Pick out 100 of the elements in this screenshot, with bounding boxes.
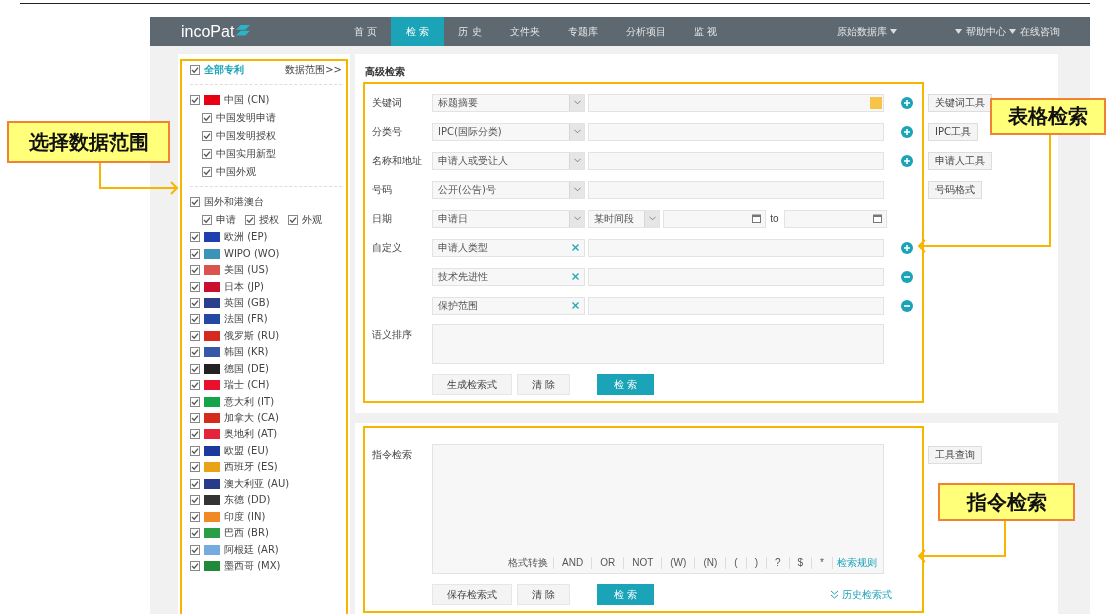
checkbox[interactable]: [190, 265, 200, 276]
checkbox-label: 欧洲 (EP): [224, 230, 268, 245]
field-label: 语义排序: [372, 328, 413, 342]
dropdown-field[interactable]: 申请日: [432, 209, 585, 228]
checkbox[interactable]: [190, 396, 200, 407]
nav-dropdown[interactable]: 原始数据库: [837, 24, 897, 39]
operator-button[interactable]: AND: [553, 557, 592, 569]
remove-icon[interactable]: [901, 299, 913, 312]
calendar-icon[interactable]: [873, 214, 882, 223]
input-field[interactable]: [588, 122, 884, 141]
checkbox[interactable]: [190, 380, 200, 391]
chevron-down-icon: [573, 187, 581, 192]
checkbox[interactable]: [190, 511, 200, 522]
checkbox[interactable]: [190, 281, 200, 292]
operator-button[interactable]: ?: [765, 557, 789, 569]
calendar-icon[interactable]: [752, 214, 761, 223]
checkbox[interactable]: [190, 347, 200, 358]
checkbox[interactable]: [190, 560, 200, 571]
nav-tab[interactable]: 监 视: [679, 17, 731, 46]
checkbox[interactable]: [190, 528, 200, 539]
checkbox[interactable]: [190, 330, 200, 341]
checkbox[interactable]: [202, 215, 212, 225]
checkbox[interactable]: [190, 363, 200, 374]
format-button[interactable]: 格式转换: [500, 557, 554, 569]
dropdown-field[interactable]: 保护范围: [432, 296, 585, 315]
checkbox[interactable]: [190, 65, 200, 75]
checkbox[interactable]: [190, 297, 200, 308]
close-icon[interactable]: [572, 273, 579, 280]
input-field[interactable]: [588, 151, 884, 170]
input-field[interactable]: [588, 267, 884, 286]
action-button[interactable]: 清 除: [517, 374, 571, 395]
checkbox[interactable]: [190, 429, 200, 440]
operator-button[interactable]: (W): [661, 557, 695, 569]
dropdown-field[interactable]: 申请人或受让人: [432, 151, 585, 170]
checkbox[interactable]: [245, 215, 255, 225]
nav-tab[interactable]: 历 史: [444, 17, 496, 46]
checkbox-label: WIPO (WO): [224, 248, 280, 260]
operator-button[interactable]: *: [811, 557, 832, 569]
add-icon[interactable]: [901, 241, 913, 254]
checkbox[interactable]: [190, 462, 200, 473]
tool-button[interactable]: 申请人工具: [928, 151, 992, 170]
input-field[interactable]: [588, 296, 884, 315]
operator-button[interactable]: NOT: [623, 557, 662, 569]
action-button[interactable]: 生成检索式: [432, 374, 512, 395]
checkbox[interactable]: [190, 478, 200, 489]
operator-button[interactable]: (: [725, 557, 746, 569]
nav-tab[interactable]: 首 页: [340, 17, 392, 46]
caret-icon: [890, 29, 897, 34]
checkbox[interactable]: [202, 113, 212, 123]
input-field[interactable]: [588, 238, 884, 257]
tool-button[interactable]: 号码格式: [928, 180, 982, 199]
checkbox[interactable]: [202, 149, 212, 159]
nav-tab[interactable]: 专题库: [553, 17, 612, 46]
action-button[interactable]: 保存检索式: [432, 584, 512, 605]
checkbox[interactable]: [190, 413, 200, 424]
checkbox[interactable]: [202, 131, 212, 141]
checkbox[interactable]: [190, 445, 200, 456]
checkbox[interactable]: [190, 495, 200, 506]
text-area[interactable]: 格式转换 AND OR NOT (W) (N) ( ) ? $ * 检索规则: [432, 444, 884, 574]
dropdown-field[interactable]: 申请人类型: [432, 238, 585, 257]
caret-icon: [955, 29, 962, 34]
add-icon[interactable]: [901, 125, 913, 138]
add-icon[interactable]: [901, 154, 913, 167]
nav-link[interactable]: 在线咨询: [1020, 24, 1060, 39]
tool-button[interactable]: 工具查询: [928, 446, 982, 464]
operator-button[interactable]: (N): [694, 557, 726, 569]
tool-button[interactable]: IPC工具: [928, 122, 978, 141]
close-icon[interactable]: [572, 302, 579, 309]
operator-button[interactable]: ): [745, 557, 766, 569]
checkbox[interactable]: [288, 215, 298, 225]
operator-button[interactable]: $: [788, 557, 812, 569]
date-field[interactable]: [784, 209, 887, 228]
dropdown-field[interactable]: IPC(国际分类): [432, 122, 585, 141]
checkbox[interactable]: [190, 95, 200, 105]
input-field[interactable]: [588, 180, 884, 199]
input-field[interactable]: [588, 93, 884, 112]
dropdown-field[interactable]: 某时间段: [588, 209, 660, 228]
add-icon[interactable]: [901, 96, 913, 109]
action-button[interactable]: 清 除: [517, 584, 571, 605]
logo[interactable]: incoPat: [181, 22, 235, 41]
chevron-down-icon: [573, 158, 581, 163]
checkbox[interactable]: [190, 197, 200, 207]
data-range-link[interactable]: 数据范围>>: [285, 63, 342, 77]
dropdown-field[interactable]: 技术先进性: [432, 267, 585, 286]
operator-button[interactable]: OR: [591, 557, 624, 569]
checkbox[interactable]: [202, 167, 212, 177]
dropdown-field[interactable]: 公开(公告)号: [432, 180, 585, 199]
dropdown-field[interactable]: 标题摘要: [432, 93, 585, 112]
checkbox[interactable]: [190, 314, 200, 325]
tool-button[interactable]: 关键词工具: [928, 93, 992, 112]
nav-dropdown[interactable]: 帮助中心: [966, 24, 1016, 39]
remove-icon[interactable]: [901, 270, 913, 283]
nav-tab[interactable]: 文件夹: [495, 17, 554, 46]
close-icon[interactable]: [572, 244, 579, 251]
checkbox[interactable]: [190, 544, 200, 555]
nav-tab[interactable]: 分析项目: [611, 17, 680, 46]
date-field[interactable]: [663, 209, 766, 228]
checkbox-label: 法国 (FR): [224, 312, 268, 327]
checkbox[interactable]: [190, 248, 200, 259]
checkbox[interactable]: [190, 232, 200, 243]
